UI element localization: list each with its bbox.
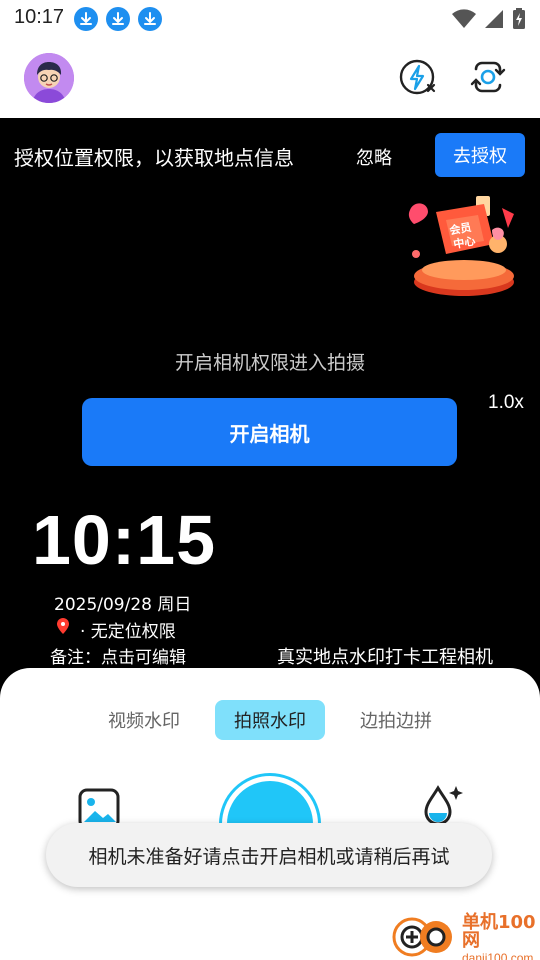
member-center-badge[interactable]: 会员 中心 xyxy=(406,190,524,306)
watermark-time: 10:15 xyxy=(32,501,217,579)
download-icon xyxy=(138,7,162,31)
system-icons xyxy=(452,8,526,34)
top-header xyxy=(0,36,540,118)
wifi-icon xyxy=(452,9,476,33)
location-permission-text: 授权位置权限，以获取地点信息 xyxy=(14,146,294,170)
flash-off-button[interactable] xyxy=(396,55,440,99)
signal-icon xyxy=(484,9,504,33)
watermark-note[interactable]: 备注：点击可编辑 xyxy=(50,643,186,668)
tab-shoot-and-stitch[interactable]: 边拍边拼 xyxy=(344,700,448,740)
download-icon xyxy=(74,7,98,31)
site-url: danji100.com xyxy=(462,951,534,960)
watermark-brand: 真实地点水印打卡工程相机 xyxy=(277,647,493,668)
site-logo-icon xyxy=(390,916,456,960)
watermark-location-text: · 无定位权限 xyxy=(80,622,176,642)
toast-message: 相机未准备好请点击开启相机或请稍后再试 xyxy=(46,823,492,887)
watermark-date: 2025/09/28 周日 xyxy=(54,595,192,615)
authorize-button[interactable]: 去授权 xyxy=(435,133,525,177)
flash-off-icon xyxy=(396,59,440,103)
site-watermark: 单机100网 danji100.com xyxy=(390,914,540,960)
watermark-location[interactable]: · 无定位权限 xyxy=(56,617,176,642)
location-pin-icon xyxy=(56,617,70,642)
ignore-button[interactable]: 忽略 xyxy=(356,144,392,170)
status-bar: 10:17 xyxy=(0,0,540,36)
zoom-level[interactable]: 1.0x xyxy=(488,392,524,414)
switch-camera-button[interactable] xyxy=(466,55,510,99)
switch-camera-icon xyxy=(466,61,510,103)
avatar[interactable] xyxy=(24,53,74,103)
open-camera-button[interactable]: 开启相机 xyxy=(82,398,457,466)
camera-permission-hint: 开启相机权限进入拍摄 xyxy=(174,352,365,374)
tab-photo-watermark[interactable]: 拍照水印 xyxy=(215,700,325,740)
site-name: 单机100网 xyxy=(462,912,536,951)
battery-icon xyxy=(512,8,526,34)
tab-video-watermark[interactable]: 视频水印 xyxy=(92,700,196,740)
status-time: 10:17 xyxy=(14,6,65,28)
download-icon xyxy=(106,7,130,31)
